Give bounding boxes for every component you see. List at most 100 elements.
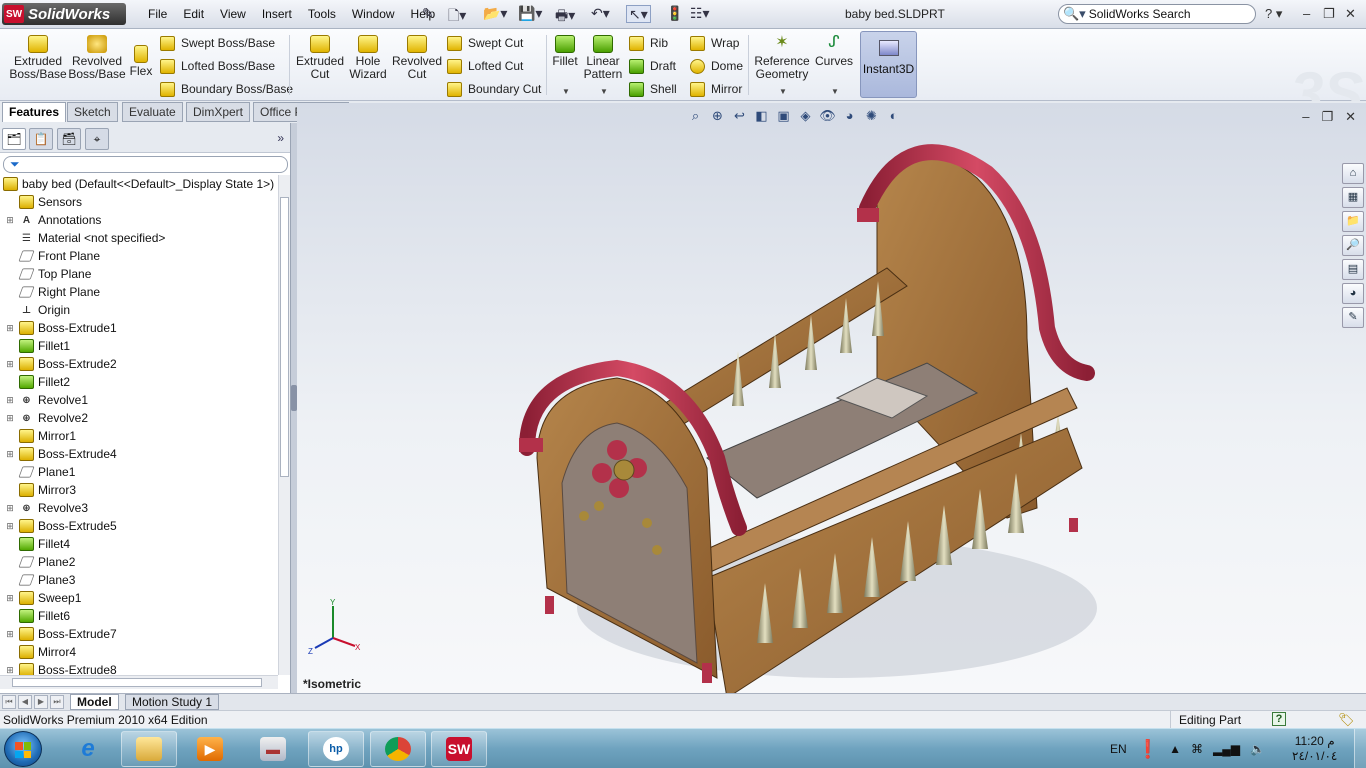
taskbar-chrome[interactable] — [370, 731, 426, 767]
zoom-to-area-icon[interactable]: ⊕ — [709, 107, 726, 124]
expand-icon[interactable]: ⊞ — [5, 629, 15, 640]
menu-tools[interactable]: Tools — [300, 7, 344, 21]
restore-button[interactable]: ❐ — [1323, 6, 1335, 22]
instant3d-button[interactable]: Instant3D — [860, 31, 917, 98]
solidworks-logo[interactable]: SW SolidWorks — [2, 3, 126, 25]
wrap-button[interactable]: Wrap — [690, 34, 739, 52]
expand-icon[interactable]: ⊞ — [5, 215, 15, 226]
reference-dropdown-icon[interactable]: ▼ — [779, 87, 787, 96]
help-button[interactable]: ? ▾ — [1265, 6, 1282, 22]
menu-file[interactable]: File — [140, 7, 175, 21]
menu-edit[interactable]: Edit — [175, 7, 212, 21]
expand-icon[interactable]: ⊞ — [5, 593, 15, 604]
tree-item[interactable]: ⊞ Boss-Extrude8 — [0, 661, 278, 675]
expand-icon[interactable]: ⊞ — [5, 359, 15, 370]
tree-item[interactable]: Mirror1 — [0, 427, 278, 445]
search-box[interactable]: 🔍▾ SolidWorks Search — [1058, 4, 1256, 24]
swept-boss-button[interactable]: Swept Boss/Base — [160, 34, 275, 52]
baby-bed-model[interactable] — [507, 138, 1097, 698]
revolved-boss-button[interactable]: Revolved Boss/Base — [68, 35, 126, 81]
show-desktop-button[interactable] — [1354, 729, 1366, 768]
draft-button[interactable]: Draft — [629, 57, 676, 75]
expand-panel-icon[interactable]: » — [277, 131, 284, 145]
tree-item[interactable]: ⊞ ⊕ Revolve1 — [0, 391, 278, 409]
taskbar-app[interactable]: ▬ — [245, 731, 301, 767]
tree-item[interactable]: Fillet6 — [0, 607, 278, 625]
menu-window[interactable]: Window — [344, 7, 403, 21]
tree-filter-input[interactable]: ⏷ — [3, 156, 288, 173]
tree-item[interactable]: Plane3 — [0, 571, 278, 589]
tree-horizontal-scrollbar[interactable] — [0, 675, 278, 689]
tree-item[interactable]: Front Plane — [0, 247, 278, 265]
new-document-icon[interactable]: 🗋▾ — [448, 5, 466, 23]
taskbar-solidworks[interactable]: SW — [431, 731, 487, 767]
graphics-area[interactable]: ⌕ ⊕ ↩ ◧ ▣ ◈ 👁 ◕ ✺ ◐ – ❐ ✕ ⌂ ▦ 📁 🔎 ▤ ◕ ✎ — [297, 103, 1366, 698]
tree-vertical-scrollbar[interactable] — [278, 175, 290, 675]
tree-item[interactable]: Fillet1 — [0, 337, 278, 355]
resources-icon[interactable]: ⌂ — [1342, 163, 1364, 184]
tree-item[interactable]: Mirror3 — [0, 481, 278, 499]
lofted-cut-button[interactable]: Lofted Cut — [447, 57, 523, 75]
tab-dimxpert[interactable]: DimXpert — [186, 102, 251, 122]
mirror-button[interactable]: Mirror — [690, 80, 742, 98]
tab-sketch[interactable]: Sketch — [67, 102, 118, 122]
view-settings-icon[interactable]: ◐ — [885, 107, 902, 124]
search-input[interactable]: SolidWorks Search — [1089, 7, 1191, 21]
tree-item[interactable]: ⊞ Boss-Extrude5 — [0, 517, 278, 535]
tree-item[interactable]: Plane2 — [0, 553, 278, 571]
quick-tips-icon[interactable]: ? — [1272, 712, 1286, 726]
tree-item[interactable]: Sensors — [0, 193, 278, 211]
section-view-icon[interactable]: ◧ — [753, 107, 770, 124]
tree-item[interactable]: ☰ Material <not specified> — [0, 229, 278, 247]
tree-item[interactable]: ⊞ Boss-Extrude1 — [0, 319, 278, 337]
zoom-to-fit-icon[interactable]: ⌕ — [687, 107, 704, 124]
revolved-cut-button[interactable]: Revolved Cut — [392, 35, 442, 81]
tree-item[interactable]: Plane1 — [0, 463, 278, 481]
menu-view[interactable]: View — [212, 7, 254, 21]
tree-item[interactable]: Right Plane — [0, 283, 278, 301]
open-icon[interactable]: 📂▾ — [483, 5, 507, 23]
rebuild-icon[interactable]: 🚦 — [666, 5, 683, 23]
taskbar-ie[interactable]: e — [60, 731, 116, 767]
expand-icon[interactable]: ⊞ — [5, 413, 15, 424]
tree-item[interactable]: ⊞ ⊕ Revolve3 — [0, 499, 278, 517]
fillet-button[interactable]: Fillet — [550, 35, 580, 68]
expand-icon[interactable]: ⊞ — [5, 665, 15, 676]
menu-insert[interactable]: Insert — [254, 7, 300, 21]
tree-root[interactable]: baby bed (Default<<Default>_Display Stat… — [0, 175, 278, 193]
lofted-boss-button[interactable]: Lofted Boss/Base — [160, 57, 275, 75]
prev-tab-arrow-icon[interactable]: ◀ — [18, 695, 32, 709]
usb-icon[interactable]: ⌘ — [1191, 742, 1203, 756]
print-icon[interactable]: 🖶▾ — [555, 5, 575, 23]
first-tab-arrow-icon[interactable]: ⏮ — [2, 695, 16, 709]
tree-item[interactable]: ⊞ Boss-Extrude7 — [0, 625, 278, 643]
extruded-cut-button[interactable]: Extruded Cut — [294, 35, 346, 81]
select-icon[interactable]: ↖▾ — [626, 5, 651, 23]
tab-model[interactable]: Model — [70, 694, 119, 710]
language-indicator[interactable]: EN — [1110, 742, 1127, 756]
search-results-icon[interactable]: 🔎 — [1342, 235, 1364, 256]
network-icon[interactable]: ▂▄▆ — [1213, 742, 1240, 756]
tree-item[interactable]: Fillet4 — [0, 535, 278, 553]
configuration-manager-tab-icon[interactable]: 🗃 — [57, 128, 81, 150]
scroll-thumb[interactable] — [12, 678, 262, 687]
curves-button[interactable]: ᔑ Curves — [815, 35, 853, 68]
curves-dropdown-icon[interactable]: ▼ — [831, 87, 839, 96]
previous-view-icon[interactable]: ↩ — [731, 107, 748, 124]
custom-properties-icon[interactable]: ✎ — [1342, 307, 1364, 328]
tree-item[interactable]: Mirror4 — [0, 643, 278, 661]
start-button[interactable] — [4, 731, 42, 767]
taskbar-explorer[interactable] — [121, 731, 177, 767]
hole-wizard-button[interactable]: Hole Wizard — [347, 35, 389, 81]
minimize-button[interactable]: – — [1303, 6, 1310, 21]
fillet-dropdown-icon[interactable]: ▼ — [562, 87, 570, 96]
tree-item[interactable]: ⊞ ⊕ Revolve2 — [0, 409, 278, 427]
file-explorer-icon[interactable]: 📁 — [1342, 211, 1364, 232]
scroll-thumb[interactable] — [280, 197, 289, 477]
expand-icon[interactable]: ⊞ — [5, 323, 15, 334]
taskbar-hp[interactable]: hp — [308, 731, 364, 767]
reference-geometry-button[interactable]: ✶ Reference Geometry — [754, 35, 810, 81]
close-button[interactable]: ✕ — [1345, 6, 1356, 22]
hide-show-items-icon[interactable]: 👁 — [819, 107, 836, 124]
pattern-dropdown-icon[interactable]: ▼ — [600, 87, 608, 96]
